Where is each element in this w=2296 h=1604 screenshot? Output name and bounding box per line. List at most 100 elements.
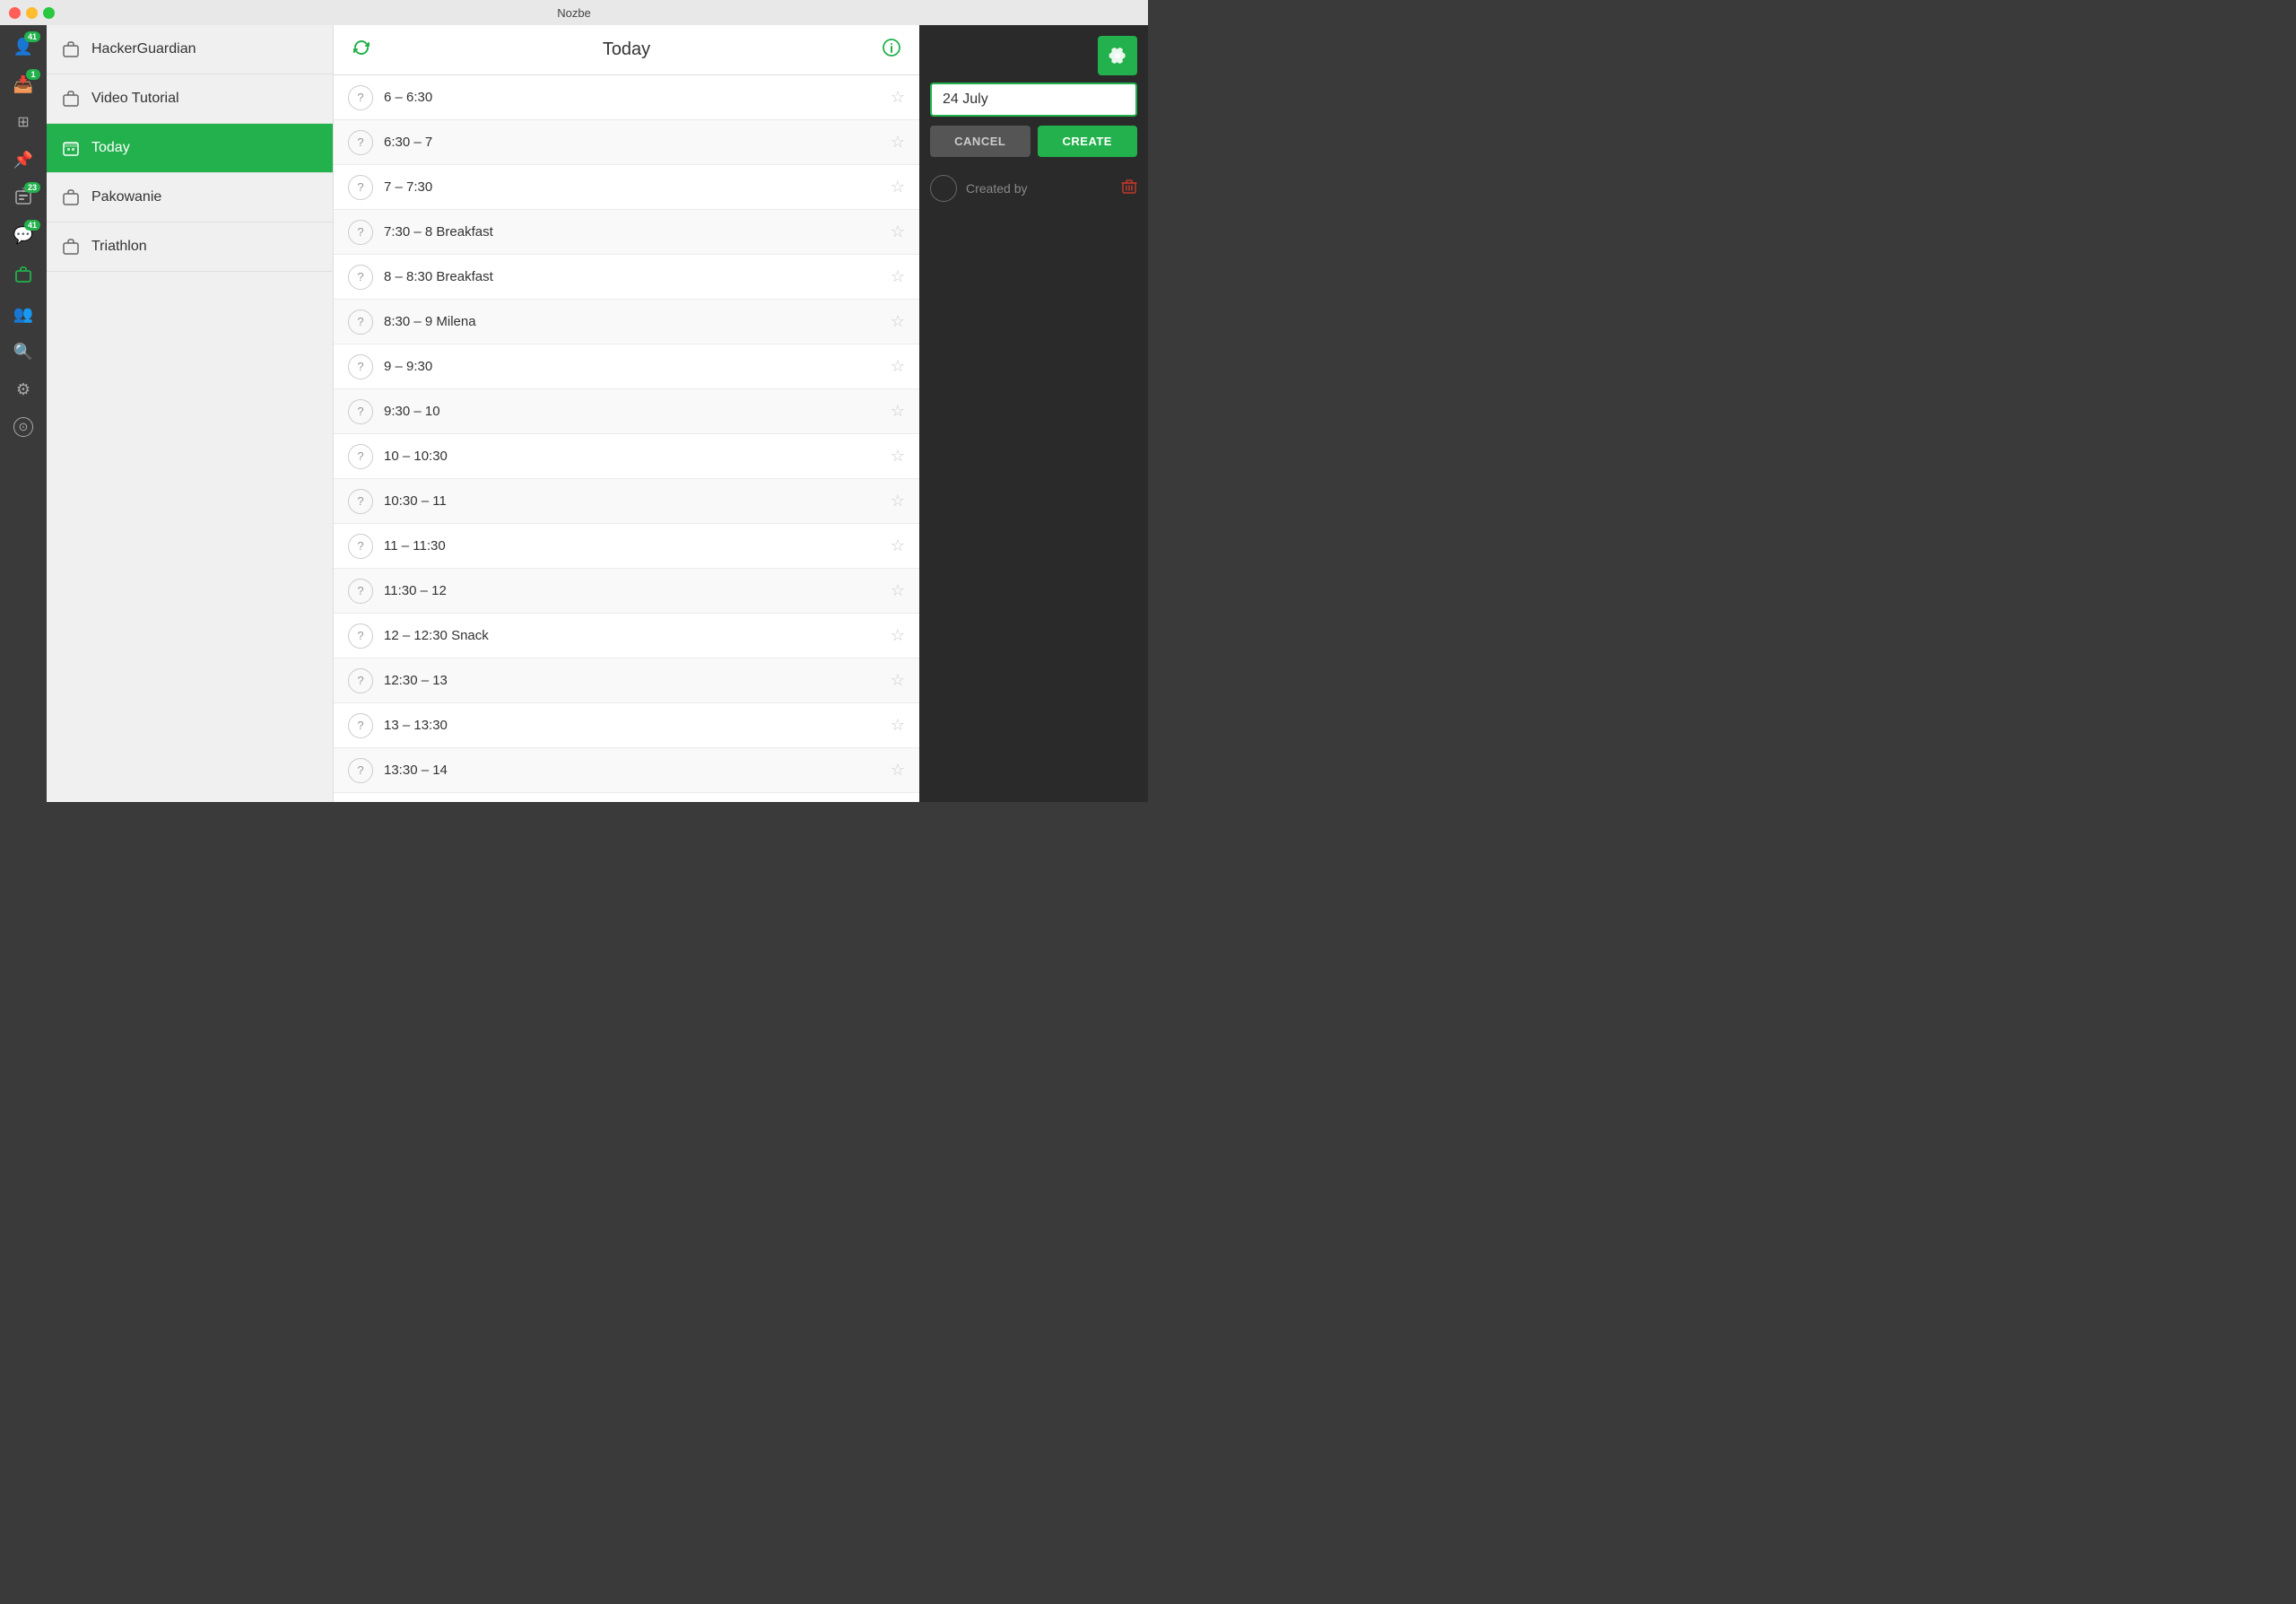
task-row[interactable]: ?12:30 – 13☆ <box>334 658 919 703</box>
sidebar-item-avatar[interactable]: 👤 41 <box>4 29 43 65</box>
task-row[interactable]: ?7 – 7:30☆ <box>334 165 919 210</box>
project-item-triathlon[interactable]: Triathlon <box>47 222 333 272</box>
task-priority-button[interactable]: ? <box>348 668 373 693</box>
task-star-button[interactable]: ☆ <box>891 761 905 780</box>
created-by-label: Created by <box>966 181 1112 196</box>
close-button[interactable] <box>9 7 21 19</box>
task-row[interactable]: ? 9 – 9:30 ☆ <box>334 344 919 389</box>
task-row[interactable]: ?14 – 14:30 Nap☆ <box>334 793 919 802</box>
task-row[interactable]: ?13 – 13:30☆ <box>334 703 919 748</box>
task-star-button[interactable]: ☆ <box>891 133 905 152</box>
task-star-button[interactable]: ☆ <box>891 222 905 241</box>
task-star-button[interactable]: ☆ <box>891 88 905 107</box>
task-row[interactable]: ? 11 – 11:30 ☆ <box>334 524 919 569</box>
sidebar-item-settings[interactable]: ⚙ <box>4 371 43 407</box>
task-priority-button[interactable]: ? <box>348 220 373 245</box>
icon-sidebar: 👤 41 📥 1 ⊞ 📌 23 23 <box>0 25 47 802</box>
new-project-input[interactable] <box>930 83 1137 117</box>
task-priority-button[interactable]: ? <box>348 623 373 649</box>
task-row[interactable]: ?10 – 10:30☆ <box>334 434 919 479</box>
delete-button[interactable] <box>1121 179 1137 199</box>
project-item-videotutorial[interactable]: Video Tutorial <box>47 74 333 124</box>
task-row[interactable]: ? 10:30 – 11 ☆ <box>334 479 919 524</box>
sidebar-item-inbox[interactable]: 📥 1 <box>4 66 43 102</box>
calendar-badge: 23 <box>24 182 40 193</box>
project-name: HackerGuardian <box>91 41 196 57</box>
task-priority-button[interactable]: ? <box>348 354 373 379</box>
task-label: 8:30 – 9 Milena <box>384 314 880 329</box>
task-row[interactable]: ?11:30 – 12☆ <box>334 569 919 614</box>
task-priority-button[interactable]: ? <box>348 579 373 604</box>
task-row[interactable]: ? 8:30 – 9 Milena ☆ <box>334 300 919 344</box>
sidebar-item-pin[interactable]: 📌 <box>4 142 43 178</box>
project-item-today[interactable]: Today <box>47 124 333 173</box>
maximize-button[interactable] <box>43 7 55 19</box>
task-star-button[interactable]: ☆ <box>891 267 905 286</box>
task-priority-button[interactable]: ? <box>348 758 373 783</box>
task-row[interactable]: ? 8 – 8:30 Breakfast ☆ <box>334 255 919 300</box>
task-priority-button[interactable]: ? <box>348 489 373 514</box>
project-item-pakowanie[interactable]: Pakowanie <box>47 173 333 222</box>
task-label: 8 – 8:30 Breakfast <box>384 269 880 284</box>
task-star-button[interactable]: ☆ <box>891 671 905 690</box>
main-header-title: Today <box>371 39 882 60</box>
task-star-button[interactable]: ☆ <box>891 536 905 555</box>
task-priority-button[interactable]: ? <box>348 265 373 290</box>
help-icon: ⊙ <box>13 417 33 437</box>
task-priority-button[interactable]: ? <box>348 713 373 738</box>
minimize-button[interactable] <box>26 7 38 19</box>
panel-buttons: CANCEL CREATE <box>930 126 1137 157</box>
search-icon: 🔍 <box>13 343 33 362</box>
task-label: 6 – 6:30 <box>384 90 880 105</box>
sidebar-item-help[interactable]: ⊙ <box>4 409 43 445</box>
window-title: Nozbe <box>557 6 591 20</box>
task-label: 13:30 – 14 <box>384 763 880 778</box>
created-by-row: Created by <box>930 168 1137 209</box>
sidebar-item-grid[interactable]: ⊞ <box>4 104 43 140</box>
project-item-hackguardian[interactable]: HackerGuardian <box>47 25 333 74</box>
task-priority-button[interactable]: ? <box>348 175 373 200</box>
sidebar-item-notifications[interactable]: 💬 41 <box>4 217 43 253</box>
sidebar-item-team[interactable]: 👥 <box>4 296 43 332</box>
task-star-button[interactable]: ☆ <box>891 178 905 196</box>
sidebar-item-projects[interactable] <box>4 258 43 294</box>
task-star-button[interactable]: ☆ <box>891 447 905 466</box>
briefcase-icon <box>61 187 81 207</box>
sidebar-item-search[interactable]: 🔍 <box>4 334 43 370</box>
task-row[interactable]: ? 6 – 6:30 ☆ <box>334 75 919 120</box>
task-label: 7:30 – 8 Breakfast <box>384 224 880 240</box>
task-row[interactable]: ?12 – 12:30 Snack☆ <box>334 614 919 658</box>
task-star-button[interactable]: ☆ <box>891 716 905 735</box>
task-row[interactable]: ?6:30 – 7☆ <box>334 120 919 165</box>
cancel-button[interactable]: CANCEL <box>930 126 1031 157</box>
task-label: 10:30 – 11 <box>384 493 880 509</box>
task-star-button[interactable]: ☆ <box>891 626 905 645</box>
task-priority-button[interactable]: ? <box>348 444 373 469</box>
task-star-button[interactable]: ☆ <box>891 402 905 421</box>
app-body: 👤 41 📥 1 ⊞ 📌 23 23 <box>0 25 1148 802</box>
sidebar-item-calendar[interactable]: 23 23 <box>4 179 43 215</box>
task-row[interactable]: ?9:30 – 10☆ <box>334 389 919 434</box>
task-label: 9 – 9:30 <box>384 359 880 374</box>
refresh-button[interactable] <box>352 38 371 63</box>
task-star-button[interactable]: ☆ <box>891 357 905 376</box>
task-priority-button[interactable]: ? <box>348 85 373 110</box>
info-button[interactable] <box>882 38 901 63</box>
task-priority-button[interactable]: ? <box>348 309 373 335</box>
gear-button[interactable] <box>1098 36 1137 75</box>
avatar-badge: 41 <box>24 31 40 42</box>
task-row[interactable]: ? 13:30 – 14 ☆ <box>334 748 919 793</box>
task-star-button[interactable]: ☆ <box>891 581 905 600</box>
task-priority-button[interactable]: ? <box>348 399 373 424</box>
task-priority-button[interactable]: ? <box>348 130 373 155</box>
task-row[interactable]: ? 7:30 – 8 Breakfast ☆ <box>334 210 919 255</box>
briefcase-icon <box>13 265 33 289</box>
task-star-button[interactable]: ☆ <box>891 312 905 331</box>
titlebar: Nozbe <box>0 0 1148 25</box>
task-priority-button[interactable]: ? <box>348 534 373 559</box>
project-name: Today <box>91 140 130 156</box>
task-label: 11 – 11:30 <box>384 538 880 554</box>
main-header: Today <box>334 25 919 75</box>
create-button[interactable]: CREATE <box>1038 126 1138 157</box>
task-star-button[interactable]: ☆ <box>891 492 905 510</box>
